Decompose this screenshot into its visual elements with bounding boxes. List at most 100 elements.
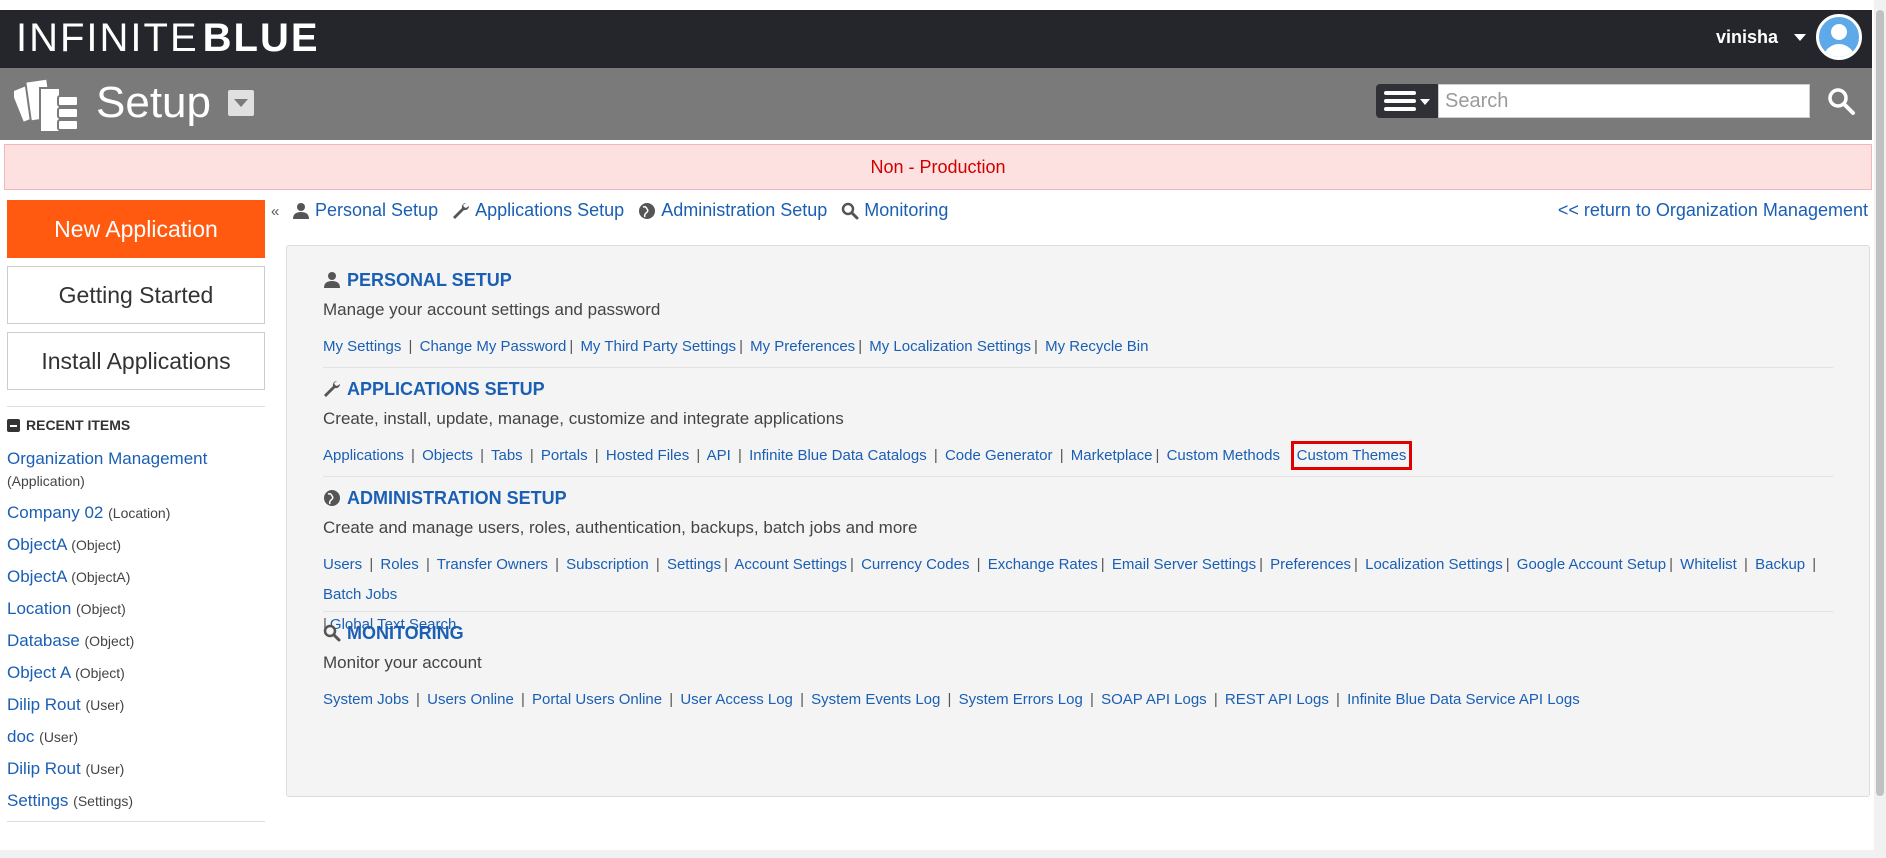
recent-item-link[interactable]: Dilip Rout [7,759,81,778]
recent-item-link[interactable]: ObjectA [7,567,67,586]
user-menu[interactable]: vinisha [1716,14,1862,60]
link-infinite-blue-data-service-api-logs[interactable]: Infinite Blue Data Service API Logs [1347,691,1580,708]
recent-item-link[interactable]: Company 02 [7,503,103,522]
recent-item[interactable]: Settings (Settings) [7,785,265,817]
nav-applications-setup[interactable]: Applications Setup [452,200,624,221]
collapse-minus-icon[interactable] [7,418,20,432]
link-marketplace[interactable]: Marketplace [1071,447,1153,464]
section-title[interactable]: APPLICATIONS SETUP [323,377,1833,401]
link-custom-methods[interactable]: Custom Methods [1167,447,1280,464]
link-google-account-setup[interactable]: Google Account Setup [1517,556,1666,573]
recent-item-type: (Object) [76,601,126,617]
section-title[interactable]: PERSONAL SETUP [323,268,1833,292]
link-system-errors-log[interactable]: System Errors Log [959,691,1083,708]
scrollbar-thumb[interactable] [1876,10,1884,796]
recent-item-type: (Object) [84,633,135,649]
link-batch-jobs[interactable]: Batch Jobs [323,586,397,603]
recent-item[interactable]: Organization Management (Application) [7,443,265,497]
section-title[interactable]: MONITORING [323,621,1833,645]
recent-item[interactable]: Object A (Object) [7,657,265,689]
link-subscription[interactable]: Subscription [566,556,649,573]
link-my-third-party-settings[interactable]: My Third Party Settings [580,338,736,355]
link-my-localization-settings[interactable]: My Localization Settings [869,338,1031,355]
recent-item-link[interactable]: Organization Management [7,449,207,468]
search-input[interactable] [1438,84,1810,118]
link-preferences[interactable]: Preferences [1270,556,1351,573]
link-account-settings[interactable]: Account Settings [734,556,847,573]
user-icon [324,272,340,288]
recent-item[interactable]: Dilip Rout (User) [7,753,265,785]
install-applications-button[interactable]: Install Applications [7,332,265,390]
recent-item[interactable]: Location (Object) [7,593,265,625]
recent-item-link[interactable]: ObjectA [7,535,67,554]
link-users-online[interactable]: Users Online [427,691,514,708]
hamburger-icon [1384,91,1416,115]
link-tabs[interactable]: Tabs [491,447,523,464]
nav-personal-setup[interactable]: Personal Setup [292,200,438,221]
horizontal-scrollbar[interactable] [0,850,1874,858]
sidebar: New Application Getting Started Install … [7,200,265,832]
link-my-preferences[interactable]: My Preferences [750,338,855,355]
infinite-blue-logo[interactable]: INFINITE BLUE [16,16,320,60]
link-hosted-files[interactable]: Hosted Files [606,447,689,464]
link-transfer-owners[interactable]: Transfer Owners [437,556,548,573]
monitoring-section: MONITORING Monitor your account System J… [323,621,1833,715]
avatar[interactable] [1816,14,1862,60]
nav-administration-setup[interactable]: Administration Setup [638,200,827,221]
recent-item[interactable]: Database (Object) [7,625,265,657]
link-api[interactable]: API [707,447,731,464]
recent-item-link[interactable]: Location [7,599,71,618]
section-title[interactable]: ADMINISTRATION SETUP [323,486,1833,510]
new-application-button[interactable]: New Application [7,200,265,258]
recent-item-link[interactable]: Database [7,631,80,650]
link-objects[interactable]: Objects [422,447,473,464]
link-localization-settings[interactable]: Localization Settings [1365,556,1503,573]
recent-items-title: RECENT ITEMS [26,417,131,433]
link-system-events-log[interactable]: System Events Log [811,691,940,708]
globe-icon [324,490,340,506]
setup-dropdown-button[interactable] [228,90,254,116]
link-soap-api-logs[interactable]: SOAP API Logs [1101,691,1207,708]
recent-item[interactable]: ObjectA (ObjectA) [7,561,265,593]
collapse-sidebar-button[interactable]: « [271,203,279,220]
nav-monitoring[interactable]: Monitoring [841,200,948,221]
link-exchange-rates[interactable]: Exchange Rates [988,556,1098,573]
recent-item-link[interactable]: Object A [7,663,70,682]
link-email-server-settings[interactable]: Email Server Settings [1112,556,1256,573]
recent-item-link[interactable]: Settings [7,791,68,810]
link-my-settings[interactable]: My Settings [323,338,401,355]
setup-nav: Personal Setup Applications Setup Admini… [292,200,948,221]
recent-item-link[interactable]: Dilip Rout [7,695,81,714]
link-settings[interactable]: Settings [667,556,721,573]
link-infinite-blue-data-catalogs[interactable]: Infinite Blue Data Catalogs [749,447,927,464]
link-custom-themes[interactable]: Custom Themes [1290,441,1413,470]
link-code-generator[interactable]: Code Generator [945,447,1053,464]
link-user-access-log[interactable]: User Access Log [680,691,793,708]
search-scope-menu-button[interactable] [1376,84,1438,118]
link-backup[interactable]: Backup [1755,556,1805,573]
recent-item[interactable]: Company 02 (Location) [7,497,265,529]
return-to-organization-link[interactable]: << return to Organization Management [1558,200,1868,221]
recent-item[interactable]: Dilip Rout (User) [7,689,265,721]
link-users[interactable]: Users [323,556,362,573]
link-system-jobs[interactable]: System Jobs [323,691,409,708]
recent-item-link[interactable]: doc [7,727,34,746]
link-portal-users-online[interactable]: Portal Users Online [532,691,662,708]
link-roles[interactable]: Roles [380,556,418,573]
personal-setup-section: PERSONAL SETUP Manage your account setti… [323,268,1833,362]
link-currency-codes[interactable]: Currency Codes [861,556,969,573]
link-rest-api-logs[interactable]: REST API Logs [1225,691,1329,708]
recent-item-type: (User) [85,697,125,713]
vertical-scrollbar[interactable] [1874,0,1886,858]
link-my-recycle-bin[interactable]: My Recycle Bin [1045,338,1148,355]
link-applications[interactable]: Applications [323,447,404,464]
recent-items-header[interactable]: RECENT ITEMS [7,417,265,433]
link-whitelist[interactable]: Whitelist [1680,556,1737,573]
recent-item[interactable]: doc (User) [7,721,265,753]
administration-setup-section: ADMINISTRATION SETUP Create and manage u… [323,486,1833,640]
getting-started-button[interactable]: Getting Started [7,266,265,324]
link-change-my-password[interactable]: Change My Password [420,338,567,355]
link-portals[interactable]: Portals [541,447,588,464]
recent-item[interactable]: ObjectA (Object) [7,529,265,561]
search-icon[interactable] [1826,86,1856,116]
